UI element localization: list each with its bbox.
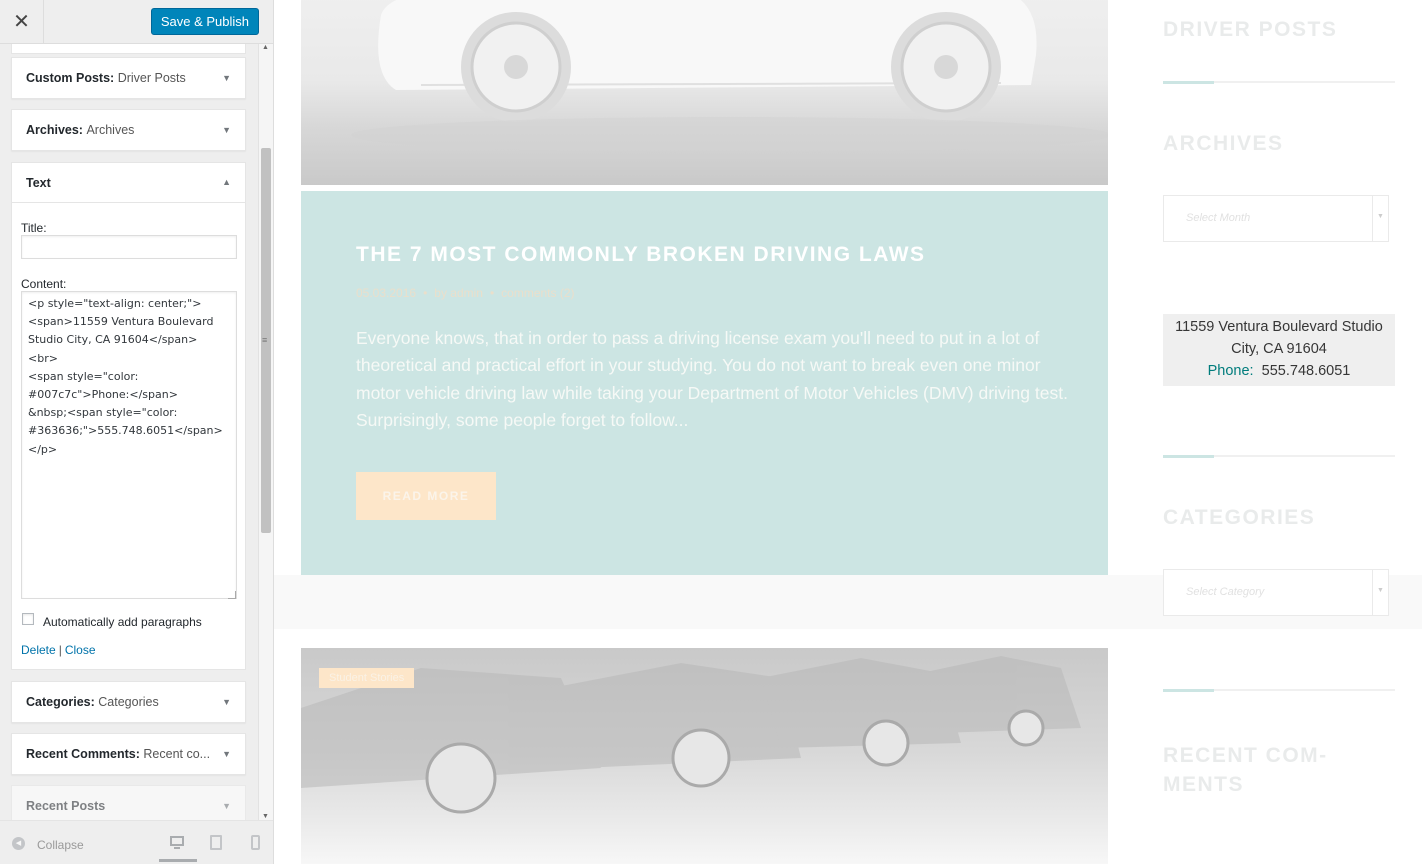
widget-title: Archives: Archives [26, 123, 135, 137]
desktop-preview-icon[interactable] [159, 835, 197, 862]
post-featured-image-car[interactable] [301, 0, 1108, 185]
sidebar-scrollbar[interactable]: ▲ ≡ ▼ [258, 44, 273, 820]
archives-heading: ARCHIVES [1163, 132, 1284, 155]
expand-arrow-icon[interactable]: ▼ [222, 697, 231, 707]
heading-divider [1163, 81, 1395, 84]
customizer-footer: ◀ Collapse [0, 820, 273, 864]
customizer-header: ✕ Save & Publish [0, 0, 273, 44]
read-more-button[interactable]: READ MORE [356, 472, 496, 520]
site-preview: THE 7 MOST COMMONLY BROKEN DRIVING LAWS … [274, 0, 1422, 864]
title-input[interactable] [21, 235, 237, 259]
post-title[interactable]: THE 7 MOST COMMONLY BROKEN DRIVING LAWS [356, 243, 926, 267]
previous-widget-stub[interactable] [11, 44, 246, 54]
select-dropdown-arrow[interactable]: ▼ [1372, 570, 1388, 615]
tablet-preview-icon[interactable] [208, 835, 226, 851]
autop-checkbox[interactable] [22, 613, 34, 625]
categories-select[interactable]: Select Category ▼ [1163, 569, 1389, 616]
post-author[interactable]: by admin [434, 286, 483, 300]
categories-heading: CATEGORIES [1163, 506, 1316, 529]
heading-divider [1163, 689, 1395, 692]
category-tag[interactable]: Student Stories [319, 668, 415, 688]
expand-arrow-icon[interactable]: ▼ [222, 125, 231, 135]
address-line-2: City, CA 91604 [1231, 341, 1327, 357]
widget-title: Custom Posts: Driver Posts [26, 71, 186, 85]
white-car-illustration [351, 0, 1108, 153]
expand-arrow-icon[interactable]: ▼ [222, 801, 231, 811]
content-field-label: Content: [21, 277, 67, 291]
phone-line: Phone: 555.748.6051 [1163, 360, 1395, 382]
content-textarea[interactable]: <p style="text-align: center;"> <span>11… [21, 291, 237, 599]
collapse-icon[interactable]: ◀ [12, 837, 25, 850]
close-icon: ✕ [13, 11, 30, 33]
recent-comments-heading: RECENT COM- MENTS [1163, 744, 1328, 796]
autop-label: Automatically add paragraphs [43, 615, 202, 629]
widget-actions: Delete | Close [21, 643, 96, 657]
chevron-down-icon: ▼ [1377, 213, 1384, 220]
widget-text-expanded: Text ▲ Title: Content: <p style="text-al… [11, 162, 246, 670]
widget-custom-posts[interactable]: Custom Posts: Driver Posts ▼ [11, 57, 246, 99]
post-meta: 05.03.2016 • by admin • comments (2) [356, 286, 575, 300]
scroll-down-arrow-icon[interactable]: ▼ [262, 813, 269, 820]
textarea-resize-handle[interactable] [228, 591, 236, 599]
scrollbar-grip-icon: ≡ [262, 335, 268, 345]
blog-post-card: THE 7 MOST COMMONLY BROKEN DRIVING LAWS … [301, 191, 1108, 575]
mobile-preview-icon[interactable] [248, 835, 266, 851]
post-excerpt: Everyone knows, that in order to pass a … [356, 328, 1068, 430]
expand-arrow-icon[interactable]: ▼ [222, 749, 231, 759]
customizer-sidebar: ✕ Save & Publish Custom Posts: Driver Po… [0, 0, 274, 864]
close-customizer-button[interactable]: ✕ [0, 0, 44, 43]
text-widget-address: 11559 Ventura Boulevard Studio City, CA … [1163, 314, 1395, 386]
post-date: 05.03.2016 [356, 286, 417, 300]
widget-title: Recent Comments: Recent co... [26, 747, 211, 761]
widget-title: Categories: Categories [26, 695, 159, 709]
select-dropdown-arrow[interactable]: ▼ [1372, 196, 1388, 241]
widget-title: Text [26, 176, 51, 190]
categories-select-value: Select Category [1186, 586, 1265, 598]
archives-select[interactable]: Select Month ▼ [1163, 195, 1389, 242]
parked-cars-illustration [301, 656, 1081, 814]
collapse-arrow-icon[interactable]: ▲ [222, 177, 231, 187]
delete-link[interactable]: Delete [21, 643, 56, 657]
widget-title: Recent Posts [26, 799, 106, 813]
collapse-button[interactable]: Collapse [37, 838, 84, 852]
archives-select-value: Select Month [1186, 212, 1251, 224]
widget-recent-comments[interactable]: Recent Comments: Recent co... ▼ [11, 733, 246, 775]
expand-arrow-icon[interactable]: ▼ [222, 73, 231, 83]
post-featured-image-cars[interactable]: Student Stories [301, 648, 1108, 864]
post-comments-link[interactable]: comments (2) [501, 286, 574, 300]
widgets-panel: Custom Posts: Driver Posts ▼ Archives: A… [0, 44, 258, 820]
scroll-up-arrow-icon[interactable]: ▲ [262, 44, 269, 51]
actions-separator: | [58, 643, 62, 657]
chevron-down-icon: ▼ [1377, 587, 1384, 594]
save-publish-button[interactable]: Save & Publish [150, 8, 259, 35]
widget-categories[interactable]: Categories: Categories ▼ [11, 681, 246, 723]
phone-value: 555.748.6051 [1261, 363, 1351, 379]
widget-recent-posts[interactable]: Recent Posts ▼ [11, 785, 246, 820]
widget-archives[interactable]: Archives: Archives ▼ [11, 109, 246, 151]
close-link[interactable]: Close [65, 643, 96, 657]
phone-label: Phone: [1207, 363, 1254, 379]
heading-divider [1163, 455, 1395, 458]
driver-posts-heading: DRIVER POSTS [1163, 18, 1338, 41]
address-line-1: 11559 Ventura Boulevard Studio [1175, 319, 1383, 335]
title-field-label: Title: [21, 221, 47, 235]
text-widget-header[interactable]: Text ▲ [12, 163, 245, 203]
